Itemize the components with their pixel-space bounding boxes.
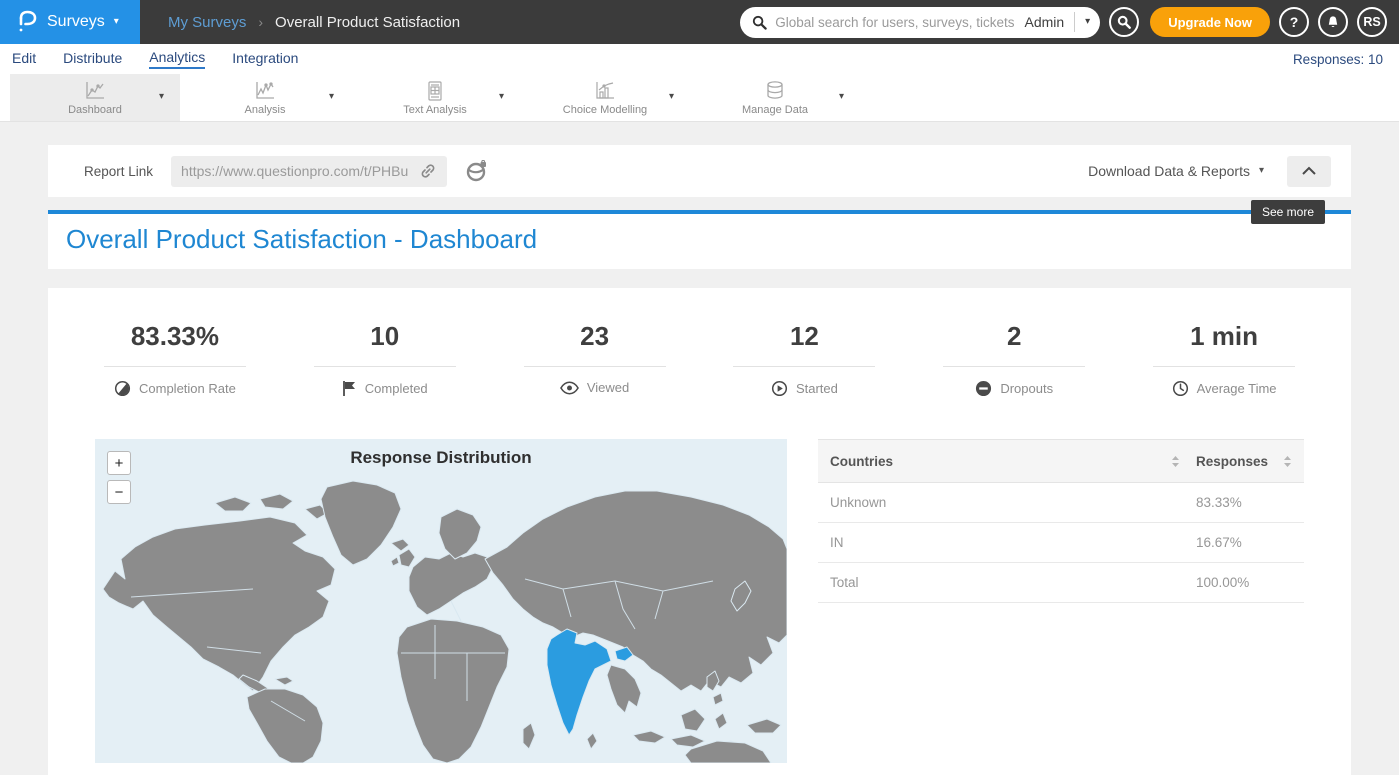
chevron-up-icon [1301,166,1317,176]
tab-edit[interactable]: Edit [12,50,36,68]
report-url-input[interactable] [181,163,419,179]
countries-header: Countries [830,454,893,469]
country-responses: 100.00% [1196,575,1249,590]
table-row: Unknown 83.33% [818,483,1304,523]
chevron-down-icon[interactable]: ▾ [159,92,164,102]
breadcrumb-current: Overall Product Satisfaction [275,14,460,31]
table-row: Total 100.00% [818,563,1304,603]
responses-header: Responses [1196,454,1268,469]
breadcrumb-my-surveys[interactable]: My Surveys [168,14,246,31]
page-title: Overall Product Satisfaction - Dashboard [66,224,1351,255]
clock-icon [1172,380,1189,397]
global-search[interactable]: Admin ▾ [740,7,1100,38]
stat-average-time: 1 min Average Time [1119,321,1329,397]
chevron-down-icon[interactable]: ▾ [669,92,674,102]
toolbar-analysis[interactable]: Analysis ▾ [180,74,350,121]
database-icon [764,80,786,102]
zoom-in-button[interactable]: + [107,451,131,475]
country-name: Unknown [830,495,886,510]
map-zoom-controls: + − [107,451,131,504]
analysis-chart-icon [253,80,277,102]
stat-dropouts: 2 Dropouts [909,321,1119,397]
stats-row: 83.33% Completion Rate 10 Completed [48,321,1351,397]
tab-analytics[interactable]: Analytics [149,49,205,69]
play-icon [771,380,788,397]
country-in[interactable] [547,629,611,735]
report-link-field[interactable] [171,156,447,187]
eye-icon [560,381,579,395]
toolbar-choice-modelling[interactable]: Choice Modelling ▾ [520,74,690,121]
toolbar-dashboard[interactable]: Dashboard ▾ [10,74,180,121]
help-button[interactable]: ? [1279,7,1309,37]
world-map[interactable] [95,439,787,763]
response-distribution-map[interactable]: Response Distribution + − [95,439,787,763]
report-privacy-globe-icon[interactable] [466,160,488,182]
chevron-down-icon[interactable]: ▾ [1085,17,1090,27]
see-more-tooltip: See more [1251,200,1325,224]
breadcrumb: My Surveys › Overall Product Satisfactio… [168,14,460,31]
notifications-button[interactable] [1318,7,1348,37]
chevron-down-icon[interactable]: ▾ [329,92,334,102]
search-button[interactable] [1109,7,1139,37]
avatar[interactable]: RS [1357,7,1387,37]
product-label: Surveys [47,13,105,31]
download-data-reports-menu[interactable]: Download Data & Reports [1088,163,1250,179]
topbar-actions: Admin ▾ Upgrade Now ? RS [740,7,1399,38]
countries-table-header: Countries Responses [818,439,1304,483]
sort-icon[interactable] [1283,455,1292,468]
tab-integration[interactable]: Integration [232,50,298,68]
stat-completed: 10 Completed [280,321,490,397]
countries-table: Countries Responses Unknown 83.33% [818,439,1304,763]
report-link-label: Report Link [84,164,153,179]
product-switcher[interactable]: Surveys ▾ [0,0,140,44]
chevron-down-icon: ▾ [114,17,119,27]
report-link-bar: Report Link Download Data & Reports ▾ Se… [48,145,1351,197]
table-row: IN 16.67% [818,523,1304,563]
breadcrumb-separator-icon: › [258,14,263,30]
stat-completion-rate: 83.33% Completion Rate [70,321,280,397]
country-name: Total [830,575,859,590]
survey-nav: Edit Distribute Analytics Integration Re… [0,44,1399,74]
flag-icon [342,380,357,397]
title-card: Overall Product Satisfaction - Dashboard [48,210,1351,269]
divider [1074,12,1075,32]
bell-icon [1326,15,1340,30]
dashboard-chart-icon [83,80,107,102]
sort-icon[interactable] [1171,455,1180,468]
collapse-panel-button[interactable] [1287,156,1331,187]
chevron-down-icon[interactable]: ▾ [499,92,504,102]
choice-modelling-icon [593,80,617,102]
search-input[interactable] [775,15,1024,30]
toolbar-text-analysis[interactable]: Text Analysis ▾ [350,74,520,121]
dashboard-card: 83.33% Completion Rate 10 Completed [48,288,1351,775]
completion-rate-icon [114,380,131,397]
country-responses: 83.33% [1196,495,1242,510]
chevron-down-icon[interactable]: ▾ [1259,166,1264,176]
search-scope-selector[interactable]: Admin [1024,14,1064,30]
tab-distribute[interactable]: Distribute [63,50,122,68]
text-analysis-icon [424,80,446,102]
stat-viewed: 23 Viewed [490,321,700,397]
topbar: Surveys ▾ My Surveys › Overall Product S… [0,0,1399,44]
zoom-out-button[interactable]: − [107,480,131,504]
chevron-down-icon[interactable]: ▾ [839,92,844,102]
toolbar-manage-data[interactable]: Manage Data ▾ [690,74,860,121]
upgrade-now-button[interactable]: Upgrade Now [1150,7,1270,37]
stat-started: 12 Started [699,321,909,397]
analytics-toolbar: Dashboard ▾ Analysis ▾ Text Analysis ▾ C… [0,74,1399,122]
search-icon [752,15,767,30]
question-mark-icon: ? [1290,14,1299,30]
country-responses: 16.67% [1196,535,1242,550]
minus-icon [975,380,992,397]
responses-count: Responses: 10 [1293,52,1383,67]
country-name: IN [830,535,844,550]
map-title: Response Distribution [95,448,787,468]
questionpro-logo [16,9,38,35]
link-icon[interactable] [419,162,437,180]
